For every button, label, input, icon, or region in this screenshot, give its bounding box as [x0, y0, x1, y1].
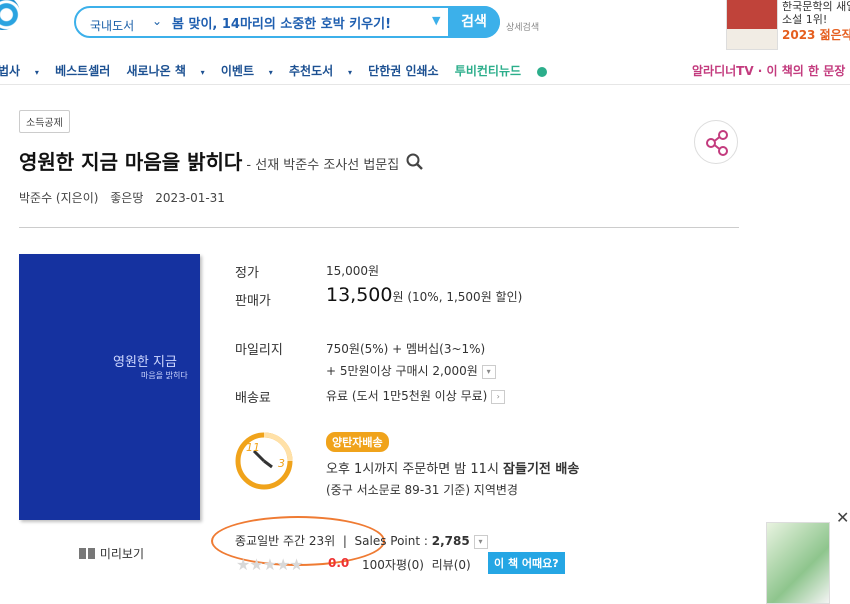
- search-button[interactable]: 검색: [448, 6, 500, 38]
- mileage-extra: + 5만원이상 구매시 2,000원 ▾: [326, 362, 496, 379]
- list-price-label: 정가: [235, 266, 259, 281]
- advanced-search-link[interactable]: 상세검색: [506, 20, 539, 33]
- book-title: 영원한 지금 마음을 밝히다: [19, 150, 243, 174]
- shipping-info: 유료 (도서 1만5천원 이상 무료) ›: [326, 387, 506, 404]
- book-subtitle: - 선재 박준수 조사선 법문집: [242, 158, 400, 173]
- nav-item-tobecontinued[interactable]: 투비컨티뉴드: [455, 64, 559, 78]
- sale-price-unit: 원: [392, 290, 404, 304]
- floating-ad-image[interactable]: [766, 522, 830, 604]
- sales-rank[interactable]: 종교일반 주간 23위: [235, 534, 335, 548]
- ad-banner-title[interactable]: 2023 젊은작가: [782, 26, 850, 43]
- shipping-label: 배송료: [235, 391, 271, 406]
- chat-icon: [537, 66, 548, 77]
- cover-title: 영원한 지금: [113, 355, 177, 370]
- search-icon[interactable]: [406, 153, 424, 171]
- aladin-logo[interactable]: [0, 0, 20, 30]
- chevron-right-icon[interactable]: ›: [491, 389, 506, 404]
- nav-item[interactable]: 법사 ▾: [0, 64, 39, 78]
- sales-point-label: Sales Point :: [354, 534, 432, 548]
- sale-price-label: 판매가: [235, 294, 271, 309]
- clock-icon: 11 3: [235, 432, 293, 490]
- rating-value: 0.0: [328, 556, 350, 570]
- publish-date: 2023-01-31: [155, 191, 225, 205]
- clock-hour-3: 3: [278, 457, 285, 470]
- nav-item-recommend[interactable]: 추천도서 ▾: [289, 64, 352, 78]
- mileage-value: 750원(5%) + 멤버십(3~1%): [326, 342, 486, 356]
- dropdown-arrow-icon[interactable]: ▼: [432, 14, 440, 27]
- book-cover[interactable]: [19, 254, 200, 520]
- author-link[interactable]: 박준수 (지은이): [19, 191, 98, 205]
- delivery-text: 오후 1시까지 주문하면 밤 11시: [326, 462, 504, 477]
- byline: 박준수 (지은이) 좋은땅 2023-01-31: [19, 189, 233, 206]
- divider: [0, 84, 850, 85]
- delivery-highlight: 잠들기전 배송: [503, 462, 580, 477]
- discount-info: (10%, 1,500원 할인): [407, 290, 523, 304]
- mileage-extra-text: + 5만원이상 구매시 2,000원: [326, 364, 478, 378]
- review-links: 100자평(0) 리뷰(0): [362, 556, 471, 573]
- chevron-down-icon[interactable]: ▾: [481, 364, 496, 379]
- nav-right-link[interactable]: 알라디너TV · 이 책의 한 문장: [692, 62, 845, 79]
- mileage-label: 마일리지: [235, 343, 283, 358]
- search-category-select[interactable]: 국내도서: [90, 17, 134, 34]
- close-icon[interactable]: ✕: [836, 508, 849, 527]
- nav-item-event[interactable]: 이벤트 ▾: [221, 64, 273, 78]
- sales-point-value: 2,785: [431, 534, 470, 548]
- rating-stars: ★★★★★: [236, 555, 304, 574]
- delivery-badge: 양탄자배송: [326, 432, 389, 452]
- ad-banner-text[interactable]: 소설 1위!: [782, 11, 827, 27]
- delivery-line: 오후 1시까지 주문하면 밤 11시 잠들기전 배송: [326, 458, 579, 477]
- sale-price-value: 13,500: [326, 284, 393, 306]
- main-nav: 법사 ▾ 베스트셀러 새로나온 책 ▾ 이벤트 ▾ 추천도서 ▾ 단한권 인쇄소…: [0, 62, 571, 79]
- nav-item-bestseller[interactable]: 베스트셀러: [55, 64, 110, 78]
- sales-info: 종교일반 주간 23위 | Sales Point : 2,785 ▾: [235, 532, 488, 549]
- chevron-down-icon[interactable]: ▾: [473, 534, 488, 549]
- nav-item-new[interactable]: 새로나온 책 ▾: [126, 64, 204, 78]
- search-input[interactable]: [172, 10, 427, 34]
- preview-label: 미리보기: [99, 547, 144, 561]
- ad-banner-image[interactable]: [726, 0, 778, 50]
- publisher-link[interactable]: 좋은땅: [110, 191, 143, 205]
- clock-hour-11: 11: [246, 441, 260, 454]
- delivery-address[interactable]: (중구 서소문로 89-31 기준) 지역변경: [326, 481, 518, 498]
- list-price-value: 15,000원: [326, 264, 380, 278]
- book-open-icon: [79, 548, 95, 559]
- preview-button[interactable]: 미리보기: [78, 545, 144, 562]
- review-link[interactable]: 리뷰(0): [432, 558, 471, 572]
- sale-price: 13,500원 (10%, 1,500원 할인): [326, 284, 522, 306]
- separator: |: [342, 534, 347, 548]
- nav-item-print[interactable]: 단한권 인쇄소: [368, 64, 438, 78]
- share-icon: [706, 130, 728, 156]
- tax-deduction-tag: 소득공제: [19, 110, 70, 133]
- short-review-link[interactable]: 100자평(0): [362, 558, 424, 572]
- cover-subtitle: 마음을 밝히다: [141, 371, 188, 380]
- chevron-down-icon[interactable]: ⌄: [152, 14, 162, 28]
- ask-opinion-button[interactable]: 이 책 어때요?: [488, 552, 565, 574]
- book-title-line: 영원한 지금 마음을 밝히다 - 선재 박준수 조사선 법문집: [19, 146, 424, 175]
- shipping-value: 유료 (도서 1만5천원 이상 무료): [326, 389, 488, 403]
- divider: [19, 227, 739, 228]
- share-button[interactable]: [694, 120, 738, 164]
